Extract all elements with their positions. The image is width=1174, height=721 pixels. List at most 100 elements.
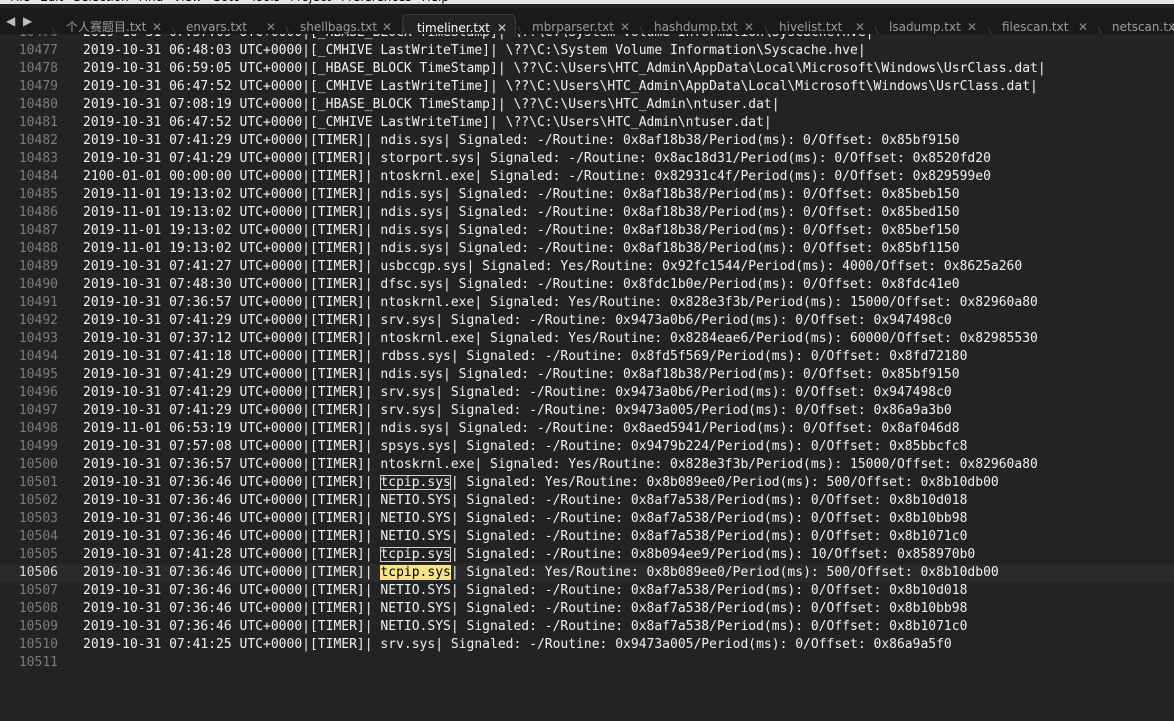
line-number: 10498 — [18, 421, 58, 436]
editor-line[interactable]: 10490 2019-10-31 07:48:30 UTC+0000|[TIMER… — [0, 276, 1174, 294]
tab-label: hivelist.txt — [779, 20, 843, 34]
editor-line[interactable]: 10483 2019-10-31 07:41:29 UTC+0000|[TIMER… — [0, 150, 1174, 168]
line-text: 2019-10-31 07:57:08 UTC+0000|[TIMER]| sp… — [83, 439, 968, 454]
line-number: 10478 — [18, 61, 58, 76]
editor-line[interactable]: 10478 2019-10-31 06:59:05 UTC+0000|[_HBAS… — [0, 60, 1174, 78]
line-text: 2019-11-01 06:53:19 UTC+0000|[TIMER]| nd… — [83, 421, 960, 436]
editor-line[interactable]: 10506 2019-10-31 07:36:46 UTC+0000|[TIMER… — [0, 564, 1174, 582]
line-number: 10487 — [18, 223, 58, 238]
editor-line[interactable]: 10491 2019-10-31 07:36:57 UTC+0000|[TIMER… — [0, 294, 1174, 312]
editor-line[interactable]: 10497 2019-10-31 07:41:29 UTC+0000|[TIMER… — [0, 402, 1174, 420]
editor-line[interactable]: 10509 2019-10-31 07:36:46 UTC+0000|[TIMER… — [0, 618, 1174, 636]
line-text: 2019-10-31 07:41:27 UTC+0000|[TIMER]| us… — [83, 259, 1023, 274]
editor-line[interactable]: 10494 2019-10-31 07:41:18 UTC+0000|[TIMER… — [0, 348, 1174, 366]
editor-line[interactable]: 10487 2019-11-01 19:13:02 UTC+0000|[TIMER… — [0, 222, 1174, 240]
menu-item[interactable]: Preferences — [341, 0, 412, 4]
editor-line[interactable]: 10484 2100-01-01 00:00:00 UTC+0000|[TIMER… — [0, 168, 1174, 186]
line-text: 2019-11-01 19:13:02 UTC+0000|[TIMER]| nd… — [83, 223, 960, 238]
line-number: 10488 — [18, 241, 58, 256]
line-text: 2100-01-01 00:00:00 UTC+0000|[TIMER]| nt… — [83, 169, 991, 184]
menu-item[interactable]: Edit — [40, 0, 63, 4]
editor-line[interactable]: 10479 2019-10-31 06:47:52 UTC+0000|[_CMHI… — [0, 78, 1174, 96]
editor-line[interactable]: 10505 2019-10-31 07:41:28 UTC+0000|[TIMER… — [0, 546, 1174, 564]
line-number: 10484 — [18, 169, 58, 184]
line-text: 2019-10-31 07:37:12 UTC+0000|[TIMER]| nt… — [83, 331, 1038, 346]
line-number: 10499 — [18, 439, 58, 454]
editor-line[interactable]: 10496 2019-10-31 07:41:29 UTC+0000|[TIMER… — [0, 384, 1174, 402]
editor-line[interactable]: 10492 2019-10-31 07:41:29 UTC+0000|[TIMER… — [0, 312, 1174, 330]
line-number: 10511 — [18, 655, 58, 670]
menu-item[interactable]: Help — [422, 0, 449, 4]
editor-line[interactable]: 10486 2019-11-01 19:13:02 UTC+0000|[TIMER… — [0, 204, 1174, 222]
text-editor[interactable]: 10476 2019-10-31 07:37:09 UTC+0000|[_HBAS… — [0, 34, 1174, 721]
menu-item[interactable]: Selection — [73, 0, 128, 4]
editor-line[interactable]: 10489 2019-10-31 07:41:27 UTC+0000|[TIMER… — [0, 258, 1174, 276]
line-text: 2019-10-31 07:41:18 UTC+0000|[TIMER]| rd… — [83, 349, 968, 364]
line-number: 10491 — [18, 295, 58, 310]
line-number: 10500 — [18, 457, 58, 472]
menu-item[interactable]: Goto — [212, 0, 241, 4]
editor-line[interactable]: 10498 2019-11-01 06:53:19 UTC+0000|[TIMER… — [0, 420, 1174, 438]
line-number: 10486 — [18, 205, 58, 220]
menu-item[interactable]: Project — [290, 0, 331, 4]
menu-item[interactable]: Find — [139, 0, 164, 4]
line-number: 10482 — [18, 133, 58, 148]
line-text: 2019-10-31 07:41:28 UTC+0000|[TIMER]| tc… — [83, 547, 976, 562]
editor-line[interactable]: 10493 2019-10-31 07:37:12 UTC+0000|[TIMER… — [0, 330, 1174, 348]
line-text: 2019-10-31 07:41:29 UTC+0000|[TIMER]| sr… — [83, 403, 952, 418]
line-text: 2019-10-31 07:36:46 UTC+0000|[TIMER]| NE… — [83, 583, 968, 598]
editor-line[interactable]: 10510 2019-10-31 07:41:25 UTC+0000|[TIMER… — [0, 636, 1174, 654]
line-number: 10497 — [18, 403, 58, 418]
menu-item[interactable]: File — [10, 0, 30, 4]
editor-line[interactable]: 10508 2019-10-31 07:36:46 UTC+0000|[TIMER… — [0, 600, 1174, 618]
menu-bar: File Edit Selection Find View Goto Tools Projec… — [0, 0, 1174, 4]
editor-line[interactable]: 10477 2019-10-31 06:48:03 UTC+0000|[_CMHI… — [0, 42, 1174, 60]
tab-scroll-arrows[interactable]: ◀ ▶ — [6, 14, 34, 28]
line-text: 2019-10-31 07:36:46 UTC+0000|[TIMER]| NE… — [83, 529, 968, 544]
line-text: 2019-10-31 07:37:09 UTC+0000|[_HBASE_BLO… — [83, 34, 874, 42]
line-text: 2019-10-31 06:47:52 UTC+0000|[_CMHIVE La… — [83, 115, 772, 130]
line-text: 2019-10-31 07:41:29 UTC+0000|[TIMER]| sr… — [83, 313, 952, 328]
tab-label: timeliner.txt — [417, 21, 490, 35]
line-number: 10509 — [18, 619, 58, 634]
line-text: 2019-10-31 07:41:29 UTC+0000|[TIMER]| st… — [83, 151, 991, 166]
line-number: 10496 — [18, 385, 58, 400]
line-text: 2019-10-31 07:36:46 UTC+0000|[TIMER]| NE… — [83, 619, 968, 634]
editor-line[interactable]: 10476 2019-10-31 07:37:09 UTC+0000|[_HBAS… — [0, 34, 1174, 42]
editor-line[interactable]: 10502 2019-10-31 07:36:46 UTC+0000|[TIMER… — [0, 492, 1174, 510]
editor-line[interactable]: 10503 2019-10-31 07:36:46 UTC+0000|[TIMER… — [0, 510, 1174, 528]
line-text: 2019-11-01 19:13:02 UTC+0000|[TIMER]| nd… — [83, 187, 960, 202]
editor-line[interactable]: 10507 2019-10-31 07:36:46 UTC+0000|[TIMER… — [0, 582, 1174, 600]
menu-item[interactable]: Tools — [250, 0, 280, 4]
line-number: 10479 — [18, 79, 58, 94]
editor-line[interactable]: 10495 2019-10-31 07:41:29 UTC+0000|[TIMER… — [0, 366, 1174, 384]
editor-line[interactable]: 10511 — [0, 654, 1174, 672]
search-match: tcpip.sys — [380, 475, 451, 490]
editor-line[interactable]: 10480 2019-10-31 07:08:19 UTC+0000|[_HBAS… — [0, 96, 1174, 114]
line-text: 2019-10-31 07:36:46 UTC+0000|[TIMER]| NE… — [83, 511, 968, 526]
tab-label: envars.txt — [186, 20, 247, 34]
line-number: 10507 — [18, 583, 58, 598]
editor-line[interactable]: 10504 2019-10-31 07:36:46 UTC+0000|[TIMER… — [0, 528, 1174, 546]
line-number: 10505 — [18, 547, 58, 562]
line-number: 10493 — [18, 331, 58, 346]
menu-item[interactable]: View — [173, 0, 201, 4]
line-text: 2019-10-31 07:41:25 UTC+0000|[TIMER]| sr… — [83, 637, 952, 652]
editor-line[interactable]: 10488 2019-11-01 19:13:02 UTC+0000|[TIMER… — [0, 240, 1174, 258]
line-text: 2019-10-31 07:36:57 UTC+0000|[TIMER]| nt… — [83, 457, 1038, 472]
tab-label: lsadump.txt — [889, 20, 961, 34]
editor-lines: 10476 2019-10-31 07:37:09 UTC+0000|[_HBAS… — [0, 34, 1174, 672]
line-text: 2019-10-31 07:41:29 UTC+0000|[TIMER]| nd… — [83, 367, 960, 382]
editor-line[interactable]: 10499 2019-10-31 07:57:08 UTC+0000|[TIMER… — [0, 438, 1174, 456]
line-text: 2019-10-31 06:48:03 UTC+0000|[_CMHIVE La… — [83, 43, 866, 58]
editor-line[interactable]: 10485 2019-11-01 19:13:02 UTC+0000|[TIMER… — [0, 186, 1174, 204]
line-number: 10485 — [18, 187, 58, 202]
editor-line[interactable]: 10500 2019-10-31 07:36:57 UTC+0000|[TIMER… — [0, 456, 1174, 474]
editor-line[interactable]: 10481 2019-10-31 06:47:52 UTC+0000|[_CMHI… — [0, 114, 1174, 132]
editor-line[interactable]: 10482 2019-10-31 07:41:29 UTC+0000|[TIMER… — [0, 132, 1174, 150]
line-number: 10494 — [18, 349, 58, 364]
line-number: 10481 — [18, 115, 58, 130]
line-text: 2019-10-31 07:36:57 UTC+0000|[TIMER]| nt… — [83, 295, 1038, 310]
line-text: 2019-10-31 07:36:46 UTC+0000|[TIMER]| NE… — [83, 601, 968, 616]
editor-line[interactable]: 10501 2019-10-31 07:36:46 UTC+0000|[TIMER… — [0, 474, 1174, 492]
